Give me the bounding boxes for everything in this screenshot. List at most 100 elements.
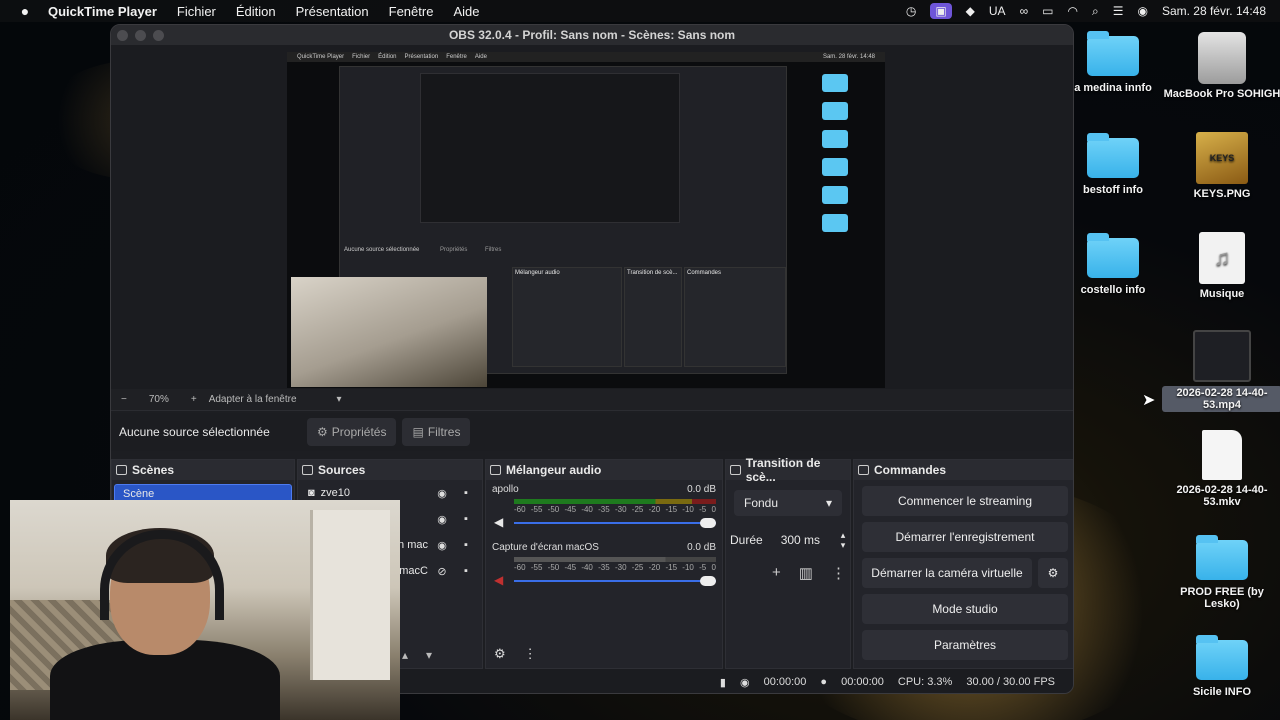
settings-button[interactable]: Paramètres (862, 630, 1068, 660)
duration-label: Durée (730, 533, 763, 547)
menu-aide[interactable]: Aide (453, 4, 479, 19)
meter-scale: -60 -55 -50 -45 -40 -35 -30 -25 -20 -15 -10 -5 0 (514, 563, 716, 572)
filter-icon: ▤ (412, 425, 424, 439)
desktop-folder[interactable]: bestoff info (1053, 133, 1173, 196)
duration-input[interactable]: 300 ms (772, 528, 831, 552)
desktop-folder[interactable]: PROD FREE (by Lesko) (1162, 535, 1280, 610)
nested-no-source: Aucune source sélectionnée (344, 247, 420, 253)
gear-icon[interactable]: ⚙ (494, 646, 506, 662)
folder-icon (1087, 133, 1139, 178)
transition-select[interactable]: Fondu ▾ (734, 490, 842, 516)
more-icon[interactable]: ⋮ (831, 564, 846, 582)
trash-icon[interactable]: ▥ (799, 564, 813, 582)
transitions-header: Transition de scè... (726, 456, 850, 484)
desktop-icon-label: KEYS.PNG (1193, 188, 1251, 200)
desktop-icon-label: costello info (1080, 284, 1146, 296)
eye-icon[interactable]: ◉ (434, 539, 450, 552)
gear-icon[interactable]: ⚙ (1038, 558, 1068, 588)
siri-icon[interactable]: ◉ (1137, 4, 1147, 18)
scenes-header: Scènes (112, 460, 294, 480)
menu-presentation[interactable]: Présentation (296, 4, 369, 19)
channel-name: Capture d'écran macOS (492, 542, 599, 553)
start-streaming-button[interactable]: Commencer le streaming (862, 486, 1068, 516)
creative-cloud-icon[interactable]: ∞ (1020, 4, 1029, 18)
menu-edition[interactable]: Édition (236, 4, 276, 19)
properties-label: Propriétés (331, 425, 387, 439)
desktop-disk[interactable]: MacBook Pro SOHIGH (1162, 32, 1280, 100)
duration-row: Durée 300 ms ▴ ▾ (730, 528, 850, 552)
desktop-folder[interactable]: costello info (1053, 233, 1173, 296)
lock-icon[interactable]: ▪ (458, 513, 474, 525)
search-icon[interactable]: ⌕ (1092, 4, 1099, 19)
zoom-in-button[interactable]: + (191, 394, 197, 405)
nested-folder-icon (821, 130, 848, 148)
lock-icon[interactable]: ▪ (458, 539, 474, 551)
desktop-folder[interactable]: Sicile INFO (1162, 635, 1280, 698)
wifi-icon[interactable]: ◠ (1067, 4, 1077, 18)
image-thumbnail-icon: KEYS (1196, 132, 1248, 184)
menu-fichier[interactable]: Fichier (177, 4, 216, 19)
sources-title: Sources (318, 463, 366, 477)
eye-icon[interactable]: ◉ (434, 513, 450, 526)
desktop-document[interactable]: 2026-02-28 14-40-53.mkv (1162, 430, 1280, 508)
menu-fenetre[interactable]: Fenêtre (389, 4, 434, 19)
studio-mode-button[interactable]: Mode studio (862, 594, 1068, 624)
properties-button[interactable]: ⚙ Propriétés (307, 418, 397, 446)
lock-icon[interactable]: ▪ (458, 487, 474, 499)
duration-stepper[interactable]: ▴ ▾ (841, 530, 846, 550)
move-down-icon[interactable]: ▾ (426, 648, 432, 662)
nested-folder-icon (821, 158, 848, 176)
eye-off-icon[interactable]: ⊘ (434, 565, 450, 578)
transition-actions: + ▥ ⋮ (772, 564, 850, 582)
desktop-folder[interactable]: a medina innfo (1053, 31, 1173, 94)
chevron-down-icon[interactable]: ▾ (337, 394, 342, 405)
menubar-datetime[interactable]: Sam. 28 févr. 14:48 (1162, 4, 1266, 18)
mixer-channel: Capture d'écran macOS 0.0 dB -60 -55 -50 -45… (486, 538, 722, 590)
speaker-icon[interactable]: ◀ (494, 515, 503, 529)
volume-meter (514, 499, 716, 504)
mute-icon[interactable]: ◀ (494, 573, 503, 587)
vpn-icon[interactable]: ◆ (966, 4, 975, 18)
sources-footer: ▴ ▾ (402, 648, 432, 662)
zoom-out-button[interactable]: − (121, 394, 127, 405)
keyboard-layout[interactable]: UA (989, 4, 1006, 18)
screen-record-icon[interactable]: ▣ (930, 3, 952, 19)
preview-area: QuickTime Player Fichier Édition Présent… (111, 45, 1073, 389)
filters-button[interactable]: ▤ Filtres (402, 418, 471, 446)
start-recording-button[interactable]: Démarrer l'enregistrement (862, 522, 1068, 552)
menu-app-name[interactable]: QuickTime Player (48, 4, 157, 19)
eye-icon[interactable]: ◉ (434, 487, 450, 500)
desktop-icon-label: MacBook Pro SOHIGH (1163, 88, 1280, 100)
mixer-channel: apollo 0.0 dB -60 -55 -50 -45 -40 -35 -30 -25 -20… (486, 480, 722, 532)
nested-mixer: Mélangeur audio (512, 267, 622, 367)
nested-menu-item: Fenêtre (446, 54, 467, 60)
program-preview[interactable]: QuickTime Player Fichier Édition Présent… (287, 52, 885, 388)
channel-name: apollo (492, 484, 519, 495)
menu-bar: ● QuickTime Player Fichier Édition Prése… (0, 0, 1280, 22)
clock-icon[interactable]: ◷ (906, 4, 916, 18)
apple-menu-icon[interactable]: ● (16, 3, 34, 19)
dock-icon (116, 465, 127, 475)
webcam-overlay (10, 500, 400, 720)
move-up-icon[interactable]: ▴ (402, 648, 408, 662)
desktop-icon-label: Musique (1199, 288, 1245, 300)
battery-icon[interactable]: ▭ (1042, 4, 1053, 18)
nested-menu-item: Présentation (404, 54, 439, 60)
transitions-title: Transition de scè... (745, 456, 821, 484)
start-virtual-cam-button[interactable]: Démarrer la caméra virtuelle (862, 558, 1032, 588)
commands-title: Commandes (874, 463, 947, 477)
control-center-icon[interactable]: ☰ (1113, 4, 1124, 18)
add-icon[interactable]: + (772, 564, 781, 582)
desktop-music[interactable]: ♫ Musique (1162, 232, 1280, 300)
zoom-level[interactable]: 70% (149, 394, 169, 405)
volume-slider[interactable]: ◀ (494, 573, 716, 587)
desktop-icon-label: Sicile INFO (1192, 686, 1252, 698)
desktop-image[interactable]: KEYS KEYS.PNG (1162, 132, 1280, 200)
volume-slider[interactable]: ◀ (494, 515, 716, 529)
lock-icon[interactable]: ▪ (458, 565, 474, 577)
fit-window-select[interactable]: Adapter à la fenêtre (209, 394, 297, 405)
more-icon[interactable]: ⋮ (524, 646, 537, 662)
meter-scale: -60 -55 -50 -45 -40 -35 -30 -25 -20 -15 -10 -5 0 (514, 505, 716, 514)
source-toolbar: Aucune source sélectionnée ⚙ Propriétés … (111, 413, 1073, 451)
desktop-video[interactable]: 2026-02-28 14-40-53.mp4 (1162, 330, 1280, 412)
